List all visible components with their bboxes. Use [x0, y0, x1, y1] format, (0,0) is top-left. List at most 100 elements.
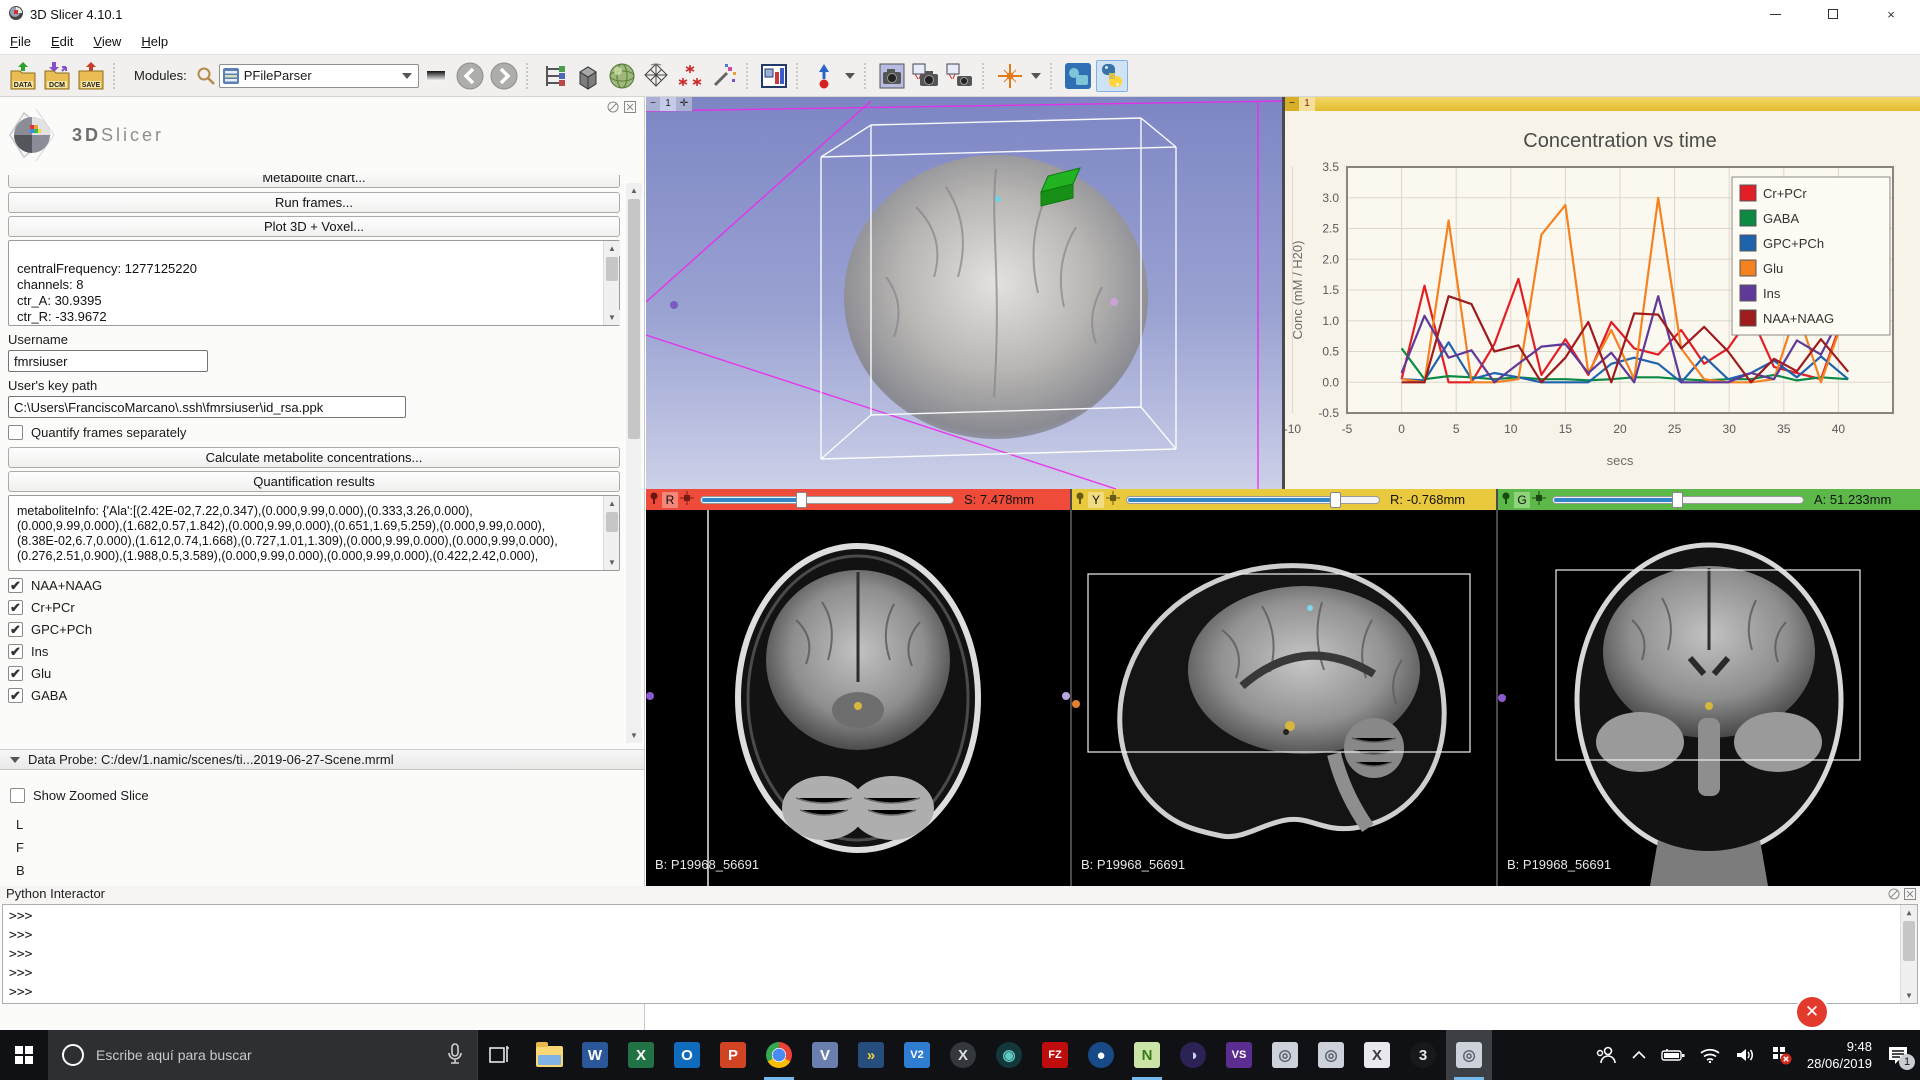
quantification-results-button[interactable]: Quantification results [8, 471, 620, 492]
taskbar-app-filezilla[interactable]: FZ [1032, 1030, 1078, 1080]
metabolite-info-textarea[interactable]: metaboliteInfo: {'Ala':[(2.42E-02,7.22,0… [8, 495, 620, 571]
scroll-up-icon[interactable]: ▲ [1901, 905, 1917, 920]
taskbar-app-slicer-a[interactable]: ◎ [1262, 1030, 1308, 1080]
module-history-icon[interactable] [420, 60, 452, 92]
taskbar-app-excel[interactable]: X [618, 1030, 664, 1080]
threed-view-controller[interactable]: − 1 ✛ [646, 97, 692, 111]
python-console[interactable]: >>>>>>>>>>>>>>> ▲ ▼ [2, 904, 1918, 1004]
taskbar-search[interactable]: Escribe aquí para buscar [48, 1030, 478, 1080]
microphone-icon[interactable] [447, 1043, 463, 1068]
slice-links-icon[interactable] [1532, 491, 1546, 508]
plot-3d-voxel-button[interactable]: Plot 3D + Voxel... [8, 216, 620, 237]
module-selector[interactable]: PFileParser [219, 64, 419, 88]
scroll-down-icon[interactable]: ▼ [604, 310, 620, 325]
console-scrollbar[interactable]: ▲ ▼ [1900, 905, 1917, 1003]
green-slice-slider[interactable] [1552, 496, 1804, 504]
taskbar-app-slicer-active[interactable]: ◎ [1446, 1030, 1492, 1080]
module-search-icon[interactable] [194, 60, 218, 92]
start-button[interactable] [0, 1030, 48, 1080]
maximize-button[interactable] [1804, 0, 1862, 28]
chart-view[interactable]: − 1 -10-50510152025303540-0.50.00.51.01.… [1285, 97, 1920, 489]
axial-slice-image[interactable] [646, 510, 1070, 886]
quantify-frames-checkbox[interactable]: Quantify frames separately [8, 425, 620, 440]
threed-view[interactable]: − 1 ✛ [646, 97, 1282, 489]
calculate-concentrations-button[interactable]: Calculate metabolite concentrations... [8, 447, 620, 468]
load-data-icon[interactable]: DATA [7, 60, 39, 92]
scroll-down-icon[interactable]: ▼ [604, 555, 620, 570]
taskbar-app-vmware[interactable]: V [802, 1030, 848, 1080]
crosshair-icon[interactable] [994, 60, 1026, 92]
view-pin-icon[interactable]: − [1285, 97, 1299, 111]
crosshair-dropdown-icon[interactable] [1031, 73, 1041, 79]
metabolite-checkbox-gaba[interactable]: GABA [8, 688, 620, 703]
sagittal-slice-view[interactable]: B: P19968_56691 [1072, 510, 1496, 886]
red-slice-slider[interactable] [700, 496, 954, 504]
chart-view-controller[interactable]: − 1 [1285, 97, 1920, 111]
taskbar-app-eclipse[interactable]: ◑ [1170, 1030, 1216, 1080]
metabolite-checkbox-naa-naag[interactable]: NAA+NAAG [8, 578, 620, 593]
taskbar-app-lock[interactable]: ● [1078, 1030, 1124, 1080]
back-arrow-icon[interactable] [454, 60, 486, 92]
panel-scrollbar[interactable]: ▲ ▼ [626, 183, 641, 743]
taskbar-app-mplab[interactable]: X [940, 1030, 986, 1080]
metabolite-checkbox-glu[interactable]: Glu [8, 666, 620, 681]
taskbar-clock[interactable]: 9:48 28/06/2019 [1807, 1038, 1872, 1072]
wifi-icon[interactable] [1699, 1047, 1721, 1063]
threed-render[interactable] [646, 97, 1282, 489]
axial-slice-view[interactable]: B: P19968_56691 [646, 510, 1070, 886]
forward-arrow-icon[interactable] [488, 60, 520, 92]
view-pin-icon[interactable] [648, 491, 660, 508]
place-fiducial-icon[interactable] [808, 60, 840, 92]
taskbar-app-explorer[interactable] [526, 1030, 572, 1080]
task-view-icon[interactable] [478, 1030, 522, 1080]
python-pin-icon[interactable] [1888, 888, 1900, 903]
concentration-chart[interactable]: -10-50510152025303540-0.50.00.51.01.52.0… [1285, 111, 1920, 489]
python-close-icon[interactable] [1904, 888, 1916, 903]
taskbar-app-j3-app[interactable]: 3 [1400, 1030, 1446, 1080]
yellow-slice-slider[interactable] [1126, 496, 1380, 504]
view-pin-icon[interactable] [1074, 491, 1086, 508]
taskbar-app-notepadpp[interactable]: N [1124, 1030, 1170, 1080]
save-icon[interactable]: SAVE [75, 60, 107, 92]
scroll-up-icon[interactable]: ▲ [626, 183, 642, 198]
metabolite-checkbox-ins[interactable]: Ins [8, 644, 620, 659]
chevron-up-icon[interactable] [1631, 1050, 1647, 1060]
textarea-scrollbar[interactable]: ▲ ▼ [603, 241, 619, 325]
metabolite-checkbox-gpc-pch[interactable]: GPC+PCh [8, 622, 620, 637]
show-zoomed-slice-checkbox[interactable]: Show Zoomed Slice [10, 788, 149, 803]
scroll-down-icon[interactable]: ▼ [626, 728, 642, 743]
metabolite-checkbox-cr-pcr[interactable]: Cr+PCr [8, 600, 620, 615]
fiducial-dropdown-icon[interactable] [845, 73, 855, 79]
taskbar-app-powerpoint[interactable]: P [710, 1030, 756, 1080]
error-notification-icon[interactable]: ✕ [1797, 997, 1827, 1027]
slice-links-icon[interactable] [680, 491, 694, 508]
view-pin-icon[interactable]: − [646, 97, 660, 111]
taskbar-app-round-teal[interactable]: ◉ [986, 1030, 1032, 1080]
minimize-button[interactable] [1746, 0, 1804, 28]
textarea-scrollbar[interactable]: ▲ ▼ [603, 496, 619, 570]
cube-view-icon[interactable] [572, 60, 604, 92]
taskbar-app-chrome[interactable] [756, 1030, 802, 1080]
sagittal-slice-image[interactable] [1072, 510, 1496, 886]
screenshot-icon[interactable] [876, 60, 908, 92]
sphere-module-icon[interactable] [606, 60, 638, 92]
coronal-slice-image[interactable] [1498, 510, 1920, 886]
view-options-icon[interactable]: ✛ [676, 97, 692, 111]
view-pin-icon[interactable] [1500, 491, 1512, 508]
people-icon[interactable] [1595, 1045, 1617, 1065]
green-slice-bar[interactable]: G A: 51.233mm [1498, 489, 1920, 510]
scene-view-restore-icon[interactable] [944, 60, 976, 92]
taskbar-app-slicer-b[interactable]: ◎ [1308, 1030, 1354, 1080]
menu-file[interactable]: File [0, 30, 41, 53]
cyan-fiducial-dot[interactable] [995, 196, 1001, 202]
data-probe-header[interactable]: Data Probe: C:/dev/1.namic/scenes/ti...2… [0, 749, 644, 770]
scroll-down-icon[interactable]: ▼ [1901, 988, 1917, 1003]
scroll-up-icon[interactable]: ▲ [604, 241, 620, 256]
username-input[interactable] [8, 350, 208, 372]
metabolite-chart-button[interactable]: Metabolite chart... [8, 175, 620, 188]
menu-edit[interactable]: Edit [41, 30, 83, 53]
red-slice-bar[interactable]: R S: 7.478mm [646, 489, 1070, 510]
scene-view-capture-icon[interactable] [910, 60, 942, 92]
dicom-icon[interactable]: DCM [41, 60, 73, 92]
mesh-grid-icon[interactable] [640, 60, 672, 92]
